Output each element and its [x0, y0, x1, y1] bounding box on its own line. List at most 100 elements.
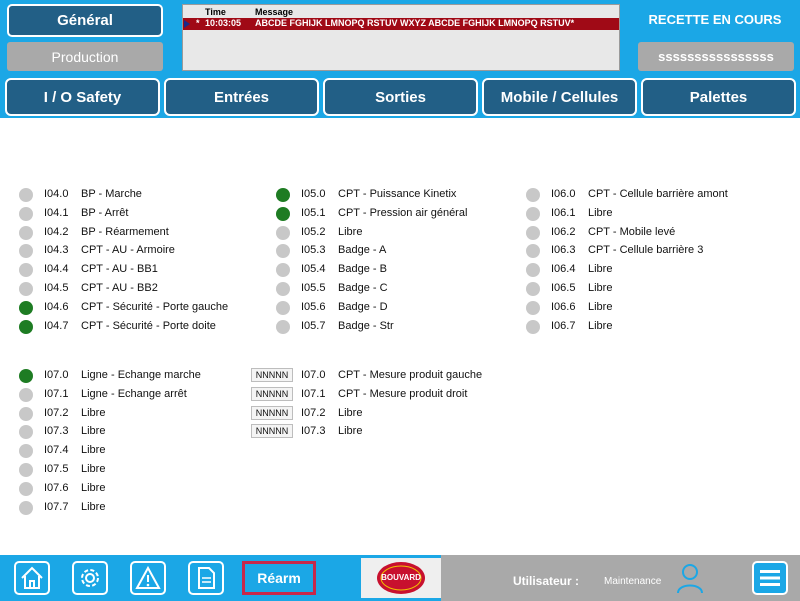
- io-label: Badge - A: [338, 244, 387, 257]
- analog-value-field: NNNNN: [251, 424, 293, 439]
- io-label: Libre: [81, 425, 106, 438]
- io-address: I07.0: [44, 369, 69, 381]
- io-address: I07.1: [301, 387, 326, 400]
- io-label: CPT - Mesure produit droit: [338, 387, 468, 400]
- io-address: I06.4: [551, 263, 576, 276]
- menu-button[interactable]: [752, 561, 788, 595]
- user-icon: [677, 564, 703, 594]
- status-led-icon: [526, 263, 540, 278]
- io-address: I05.1: [301, 206, 326, 219]
- status-led-icon: [19, 206, 33, 221]
- tab-mobile-cellules[interactable]: Mobile / Cellules: [482, 78, 637, 116]
- io-label: CPT - Mobile levé: [588, 225, 676, 238]
- io-address: I05.6: [301, 300, 326, 313]
- logo-graphic: BOUVARD: [377, 562, 425, 594]
- alarm-message: ABCDE FGHIJK LMNOPQ RSTUV WXYZ ABCDE FGH…: [255, 18, 575, 28]
- io-label: Libre: [81, 500, 106, 513]
- status-led-icon: [19, 387, 33, 402]
- status-led-icon: [276, 244, 290, 259]
- io-address: I05.5: [301, 282, 326, 294]
- status-led-icon: [19, 444, 33, 459]
- io-label: Libre: [588, 319, 613, 332]
- status-led-icon: [19, 263, 33, 278]
- warning-icon: [135, 565, 161, 589]
- document-icon: [198, 567, 215, 589]
- rearm-button[interactable]: Réarm: [242, 561, 316, 595]
- home-button[interactable]: [14, 561, 50, 595]
- alarms-button[interactable]: [130, 561, 166, 595]
- io-address: I04.6: [44, 300, 69, 313]
- io-address: I04.3: [44, 244, 69, 257]
- user-label: Utilisateur :: [513, 574, 580, 588]
- status-led-icon: [19, 282, 33, 296]
- gear-icon: [81, 569, 99, 587]
- status-led-icon: [19, 425, 33, 440]
- analog-value-field: NNNNN: [251, 405, 293, 420]
- io-address: I07.0: [301, 369, 326, 381]
- io-label: CPT - Cellule barrière 3: [588, 244, 704, 257]
- status-led-icon: [276, 319, 290, 334]
- io-label: CPT - AU - BB2: [81, 282, 158, 294]
- io-address: I05.2: [301, 225, 326, 238]
- tab-io-safety[interactable]: I / O Safety: [5, 78, 160, 116]
- io-label: Libre: [588, 282, 613, 294]
- io-label: CPT - Mesure produit gauche: [338, 369, 483, 381]
- tab-entrees[interactable]: Entrées: [164, 78, 319, 116]
- production-button[interactable]: Production: [7, 42, 163, 71]
- report-button[interactable]: [188, 561, 224, 595]
- status-led-icon: [276, 263, 290, 278]
- status-led-icon: [526, 244, 540, 259]
- io-address: I07.4: [44, 444, 69, 457]
- io-address: I04.0: [44, 188, 69, 200]
- io-address: I06.7: [551, 319, 576, 332]
- io-address: I04.4: [44, 263, 69, 276]
- io-address: I07.7: [44, 500, 69, 513]
- io-label: CPT - Sécurité - Porte gauche: [81, 300, 229, 313]
- io-label: CPT - Sécurité - Porte doite: [81, 319, 216, 332]
- io-label: Libre: [81, 463, 106, 475]
- alarm-marker: *: [196, 18, 200, 28]
- tab-palettes[interactable]: Palettes: [641, 78, 796, 116]
- user-login-button[interactable]: [675, 562, 705, 599]
- io-label: Libre: [338, 425, 363, 438]
- tab-sorties[interactable]: Sorties: [323, 78, 478, 116]
- io-address: I05.7: [301, 319, 326, 332]
- io-address: I06.6: [551, 300, 576, 313]
- status-led-icon: [19, 319, 33, 334]
- io-label: CPT - Pression air général: [338, 206, 468, 219]
- io-address: I05.3: [301, 244, 326, 257]
- io-address: I06.1: [551, 206, 576, 219]
- settings-button[interactable]: [72, 561, 108, 595]
- status-led-icon: [526, 319, 540, 334]
- status-led-icon: [276, 300, 290, 315]
- footer-bar: Réarm BOUVARD Utilisateur : Maintenance: [0, 555, 800, 601]
- io-label: Libre: [81, 481, 106, 494]
- status-led-icon: [526, 225, 540, 240]
- io-label: Ligne - Echange marche: [81, 369, 201, 381]
- io-label: Badge - B: [338, 263, 387, 276]
- io-label: Badge - C: [338, 282, 388, 294]
- io-label: Libre: [81, 444, 106, 457]
- bouvard-logo: BOUVARD: [361, 558, 441, 598]
- alarm-banner[interactable]: Time Message * 10:03:05 ABCDE FGHIJK LMN…: [182, 4, 620, 71]
- alarm-col-time: Time: [205, 7, 226, 17]
- alarm-col-message: Message: [255, 7, 294, 17]
- io-label: CPT - AU - BB1: [81, 263, 158, 276]
- io-address: I07.6: [44, 481, 69, 494]
- general-button[interactable]: Général: [7, 4, 163, 37]
- user-value: Maintenance: [604, 576, 662, 587]
- user-panel: Utilisateur : Maintenance: [441, 555, 800, 601]
- hamburger-menu-icon: [760, 570, 780, 586]
- status-led-icon: [19, 225, 33, 240]
- io-label: Badge - D: [338, 300, 388, 313]
- io-label: Badge - Str: [338, 319, 394, 332]
- io-address: I04.1: [44, 206, 69, 219]
- alarm-row[interactable]: * 10:03:05 ABCDE FGHIJK LMNOPQ RSTUV WXY…: [183, 18, 619, 30]
- io-address: I07.3: [301, 425, 326, 438]
- io-address: I05.4: [301, 263, 326, 276]
- io-address: I07.2: [301, 406, 326, 419]
- io-address: I07.5: [44, 463, 69, 475]
- io-address: I07.2: [44, 406, 69, 419]
- status-led-icon: [19, 369, 33, 383]
- status-led-icon: [19, 500, 33, 515]
